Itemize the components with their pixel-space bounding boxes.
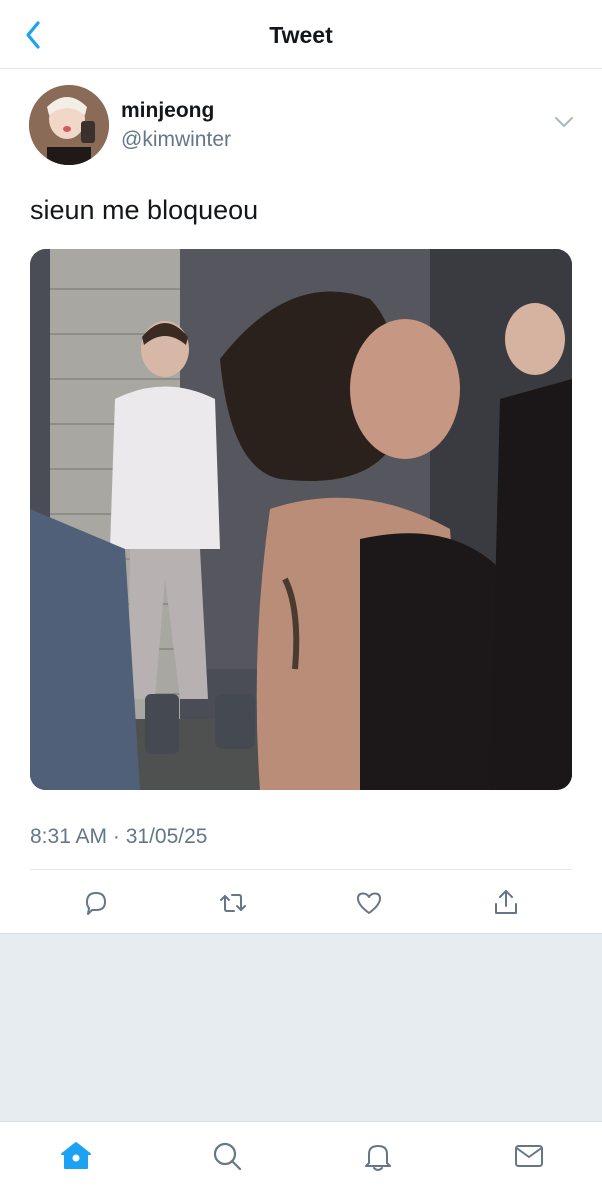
- page-title: Tweet: [269, 22, 333, 48]
- divider: [30, 869, 572, 870]
- tweet-text: sieun me bloqueou: [30, 195, 259, 225]
- chevron-down-icon: [555, 117, 573, 127]
- share-icon: [495, 890, 517, 914]
- notifications-icon: [365, 1145, 391, 1171]
- author-handle[interactable]: @kimwinter: [121, 128, 231, 152]
- tab-home[interactable]: [58, 1138, 94, 1174]
- more-options-button[interactable]: [553, 115, 575, 129]
- tab-messages[interactable]: [511, 1138, 547, 1174]
- tab-search[interactable]: [209, 1138, 245, 1174]
- search-icon: [213, 1142, 242, 1171]
- avatar-image: [29, 85, 109, 165]
- tweet-detail: minjeong @kimwinter sieun me bloqueou 8:…: [0, 69, 602, 933]
- share-button[interactable]: [490, 887, 522, 919]
- reply-icon: [86, 892, 106, 915]
- top-bar: Tweet: [0, 0, 602, 69]
- home-icon: [61, 1142, 91, 1169]
- tweet-actions: [0, 881, 602, 925]
- tweet-media[interactable]: [30, 249, 572, 790]
- replies-area: [0, 933, 602, 1122]
- author-name[interactable]: minjeong: [121, 99, 214, 123]
- like-button[interactable]: [353, 887, 385, 919]
- messages-icon: [515, 1145, 543, 1167]
- retweet-button[interactable]: [217, 887, 249, 919]
- media-photo: [30, 249, 572, 790]
- bottom-tab-bar: [0, 1121, 602, 1201]
- tweet-timestamp: 8:31 AM · 31/05/25: [30, 825, 208, 848]
- retweet-icon: [220, 894, 246, 912]
- like-icon: [357, 892, 381, 914]
- tab-notifications[interactable]: [360, 1138, 396, 1174]
- avatar[interactable]: [29, 85, 109, 165]
- reply-button[interactable]: [80, 887, 112, 919]
